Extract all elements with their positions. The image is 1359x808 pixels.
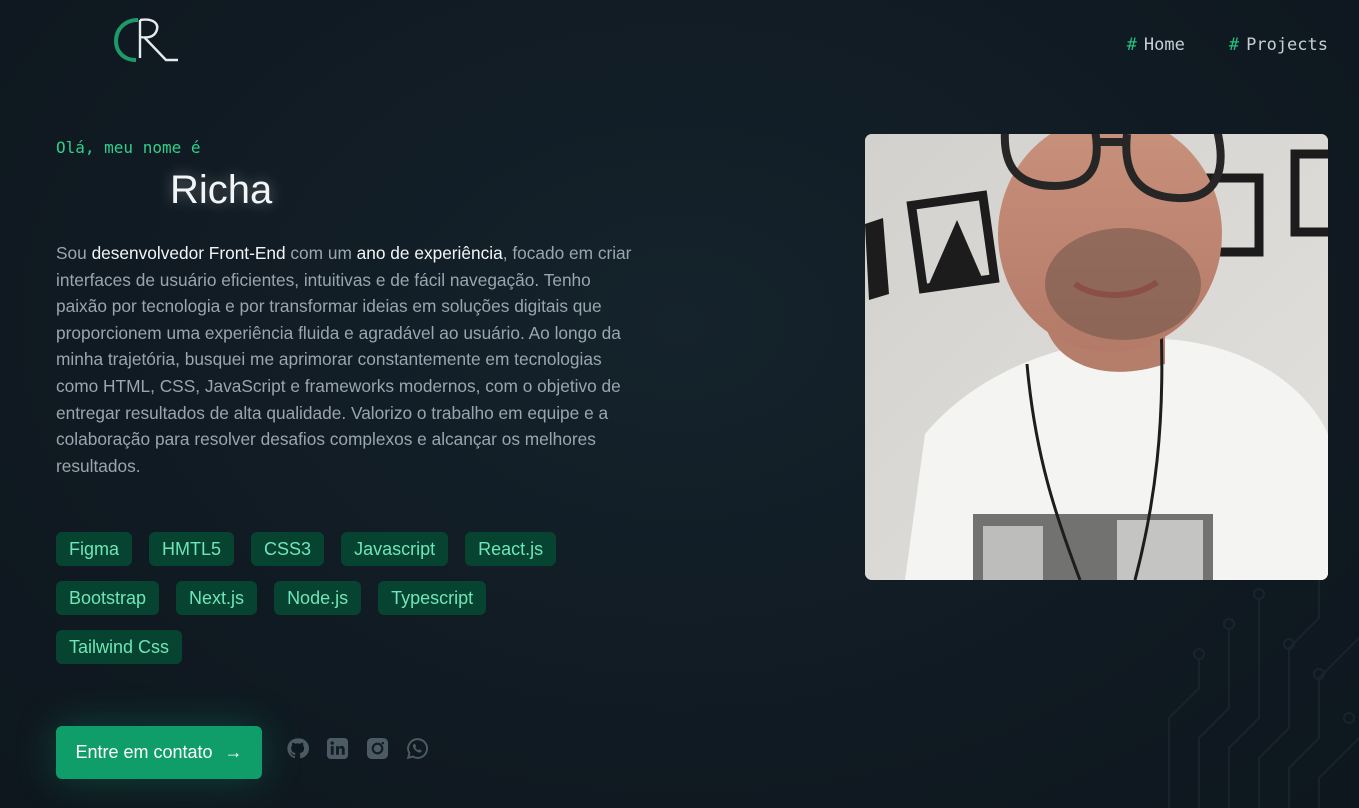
skill-badge: Figma	[56, 532, 133, 566]
social-links	[286, 737, 429, 760]
bio-highlight-experience: ano de experiência	[356, 243, 503, 263]
main-nav: # Home # Projects	[1127, 35, 1328, 55]
nav-projects-link[interactable]: # Projects	[1229, 35, 1328, 55]
skill-badge: HMTL5	[149, 532, 235, 566]
hash-icon: #	[1126, 35, 1137, 55]
bio-paragraph: Sou desenvolvedor Front-End com um ano d…	[56, 240, 641, 479]
nav-projects-label: Projects	[1246, 35, 1328, 55]
bio-text: , focado em criar interfaces de usuário …	[56, 243, 632, 476]
skill-badge: Tailwind Css	[56, 630, 183, 664]
contact-button[interactable]: Entre em contato →	[56, 726, 262, 779]
skill-badge: Node.js	[274, 581, 362, 615]
skill-badge: Bootstrap	[56, 581, 160, 615]
skill-badge: Typescript	[378, 581, 487, 615]
whatsapp-icon[interactable]	[406, 737, 429, 760]
instagram-icon[interactable]	[366, 737, 389, 760]
logo[interactable]	[110, 14, 182, 66]
arrow-right-icon: →	[224, 742, 243, 762]
bio-text: Sou	[56, 243, 92, 263]
greeting-text: Olá, meu nome é	[56, 138, 201, 157]
hash-icon: #	[1228, 35, 1240, 55]
skill-badge: React.js	[465, 532, 557, 566]
skill-badge: CSS3	[251, 532, 325, 566]
github-icon[interactable]	[286, 737, 309, 760]
nav-home-link[interactable]: # Home	[1127, 35, 1185, 55]
skill-badge: Next.js	[176, 581, 258, 615]
nav-home-label: Home	[1143, 35, 1185, 55]
skills-list: Figma HMTL5 CSS3 Javascript React.js Boo…	[56, 532, 616, 664]
linkedin-icon[interactable]	[326, 737, 349, 760]
skill-badge: Javascript	[341, 532, 449, 566]
hero-name: Richa	[170, 168, 273, 212]
circuit-decoration	[1168, 568, 1359, 808]
bio-text: com um	[285, 243, 357, 263]
contact-button-label: Entre em contato	[75, 742, 213, 762]
bio-highlight-role: desenvolvedor Front-End	[91, 243, 286, 263]
profile-photo	[865, 134, 1328, 580]
